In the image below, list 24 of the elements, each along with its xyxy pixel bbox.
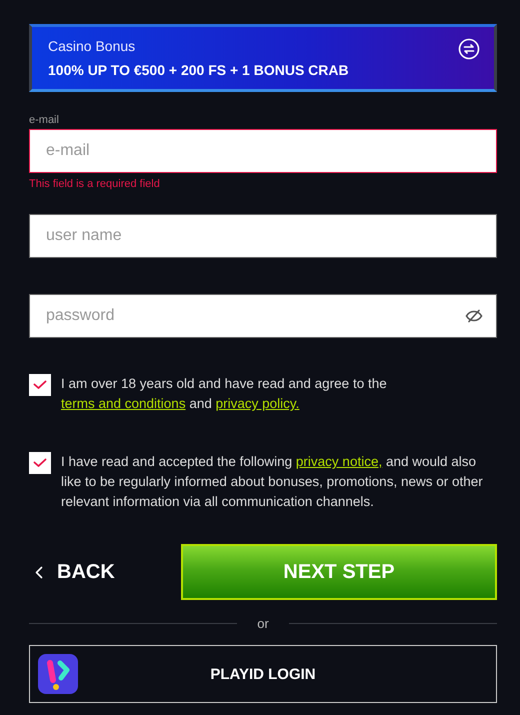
bonus-label: Casino Bonus bbox=[48, 38, 136, 54]
email-field[interactable]: e-mail bbox=[29, 129, 497, 173]
agreement-text: I have read and accepted the following privacy notice, and would also like to be regularly informed about bonuses, promotions, news or other relevant information via all communication channels. bbox=[61, 453, 484, 511]
bonus-offer: 100% UP TO €500 + 200 FS + 1 BONUS CRAB bbox=[48, 62, 349, 78]
link[interactable]: privacy notice, bbox=[296, 454, 382, 469]
app-logo-icon bbox=[38, 654, 78, 694]
username-field[interactable]: user name bbox=[29, 214, 497, 258]
playid-login-button[interactable]: PLAYID LOGIN bbox=[29, 645, 497, 703]
chevron-left-icon bbox=[35, 566, 43, 578]
back-button[interactable]: BACK bbox=[29, 552, 121, 592]
checkbox[interactable] bbox=[29, 452, 51, 474]
checkmark-icon bbox=[33, 380, 47, 390]
link[interactable]: privacy policy. bbox=[216, 396, 300, 411]
field-label: e-mail bbox=[29, 114, 60, 126]
checkbox[interactable] bbox=[29, 374, 51, 396]
eye-hidden-icon[interactable] bbox=[465, 309, 483, 323]
error-message: This field is a required field bbox=[29, 178, 161, 190]
checkmark-icon bbox=[33, 458, 47, 468]
agreement-text: I am over 18 years old and have read and agree to the terms and conditions and privacy policy. bbox=[61, 375, 388, 413]
swap-icon[interactable] bbox=[458, 38, 480, 60]
password-field[interactable]: password bbox=[29, 294, 497, 338]
link[interactable]: terms and conditions bbox=[61, 396, 186, 411]
divider-text: or bbox=[256, 616, 270, 631]
bonus-banner[interactable]: Casino Bonus 100% UP TO €500 + 200 FS + 1 BONUS CRAB bbox=[29, 24, 497, 92]
